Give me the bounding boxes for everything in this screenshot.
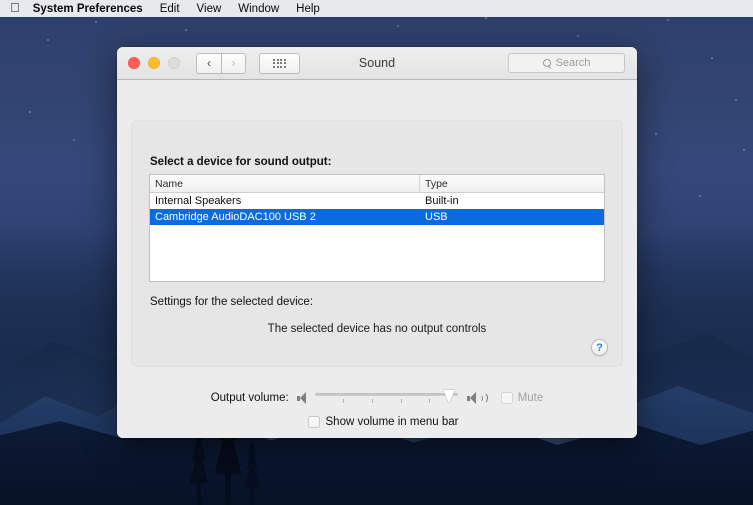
device-name: Cambridge AudioDAC100 USB 2 (155, 211, 316, 223)
forward-button[interactable]: › (221, 52, 246, 74)
search-placeholder: Search (555, 57, 591, 69)
mute-control[interactable]: Mute (500, 392, 544, 404)
slider-tick (371, 399, 373, 403)
menu-bar:  System Preferences Edit View Window He… (0, 0, 753, 17)
device-prompt-label: Select a device for sound output: (150, 156, 332, 168)
menu-item-view[interactable]: View (197, 3, 222, 15)
back-button[interactable]: ‹ (196, 52, 221, 74)
mute-checkbox[interactable] (500, 392, 513, 404)
search-icon (542, 58, 552, 68)
menu-item-system-preferences[interactable]: System Preferences (33, 3, 143, 15)
slider-knob[interactable] (443, 390, 456, 403)
chevron-right-icon: › (231, 56, 236, 70)
output-volume-label: Output volume: (210, 392, 289, 404)
volume-slider[interactable] (314, 390, 458, 406)
speaker-min-icon (296, 391, 307, 405)
question-mark-icon: ? (596, 341, 603, 354)
slider-tick (400, 399, 402, 403)
slider-ticks (315, 399, 458, 404)
show-volume-in-menu-bar-row[interactable]: Show volume in menu bar (117, 416, 637, 428)
slider-tick (343, 399, 345, 403)
help-button[interactable]: ? (591, 339, 608, 356)
traffic-lights (128, 57, 180, 69)
apple-icon[interactable]:  (10, 1, 20, 14)
no-output-controls-message: The selected device has no output contro… (267, 323, 487, 335)
window-body: Sound Effects Output Input Select a devi… (117, 80, 637, 438)
settings-label: Settings for the selected device: (150, 296, 314, 308)
close-button[interactable] (128, 57, 140, 69)
slider-tick (429, 399, 431, 403)
navigation-buttons: ‹ › (196, 52, 246, 74)
table-header-row: Name Type (150, 175, 604, 193)
column-header-type[interactable]: Type (420, 175, 604, 192)
device-list-table[interactable]: Name Type Internal Speakers Built-in Cam… (149, 174, 605, 282)
mute-label: Mute (517, 392, 544, 404)
speaker-max-icon (466, 391, 489, 405)
device-type: USB (425, 211, 448, 223)
sound-preferences-window: ‹ › Sound Search Sound Effects Output In… (117, 47, 637, 438)
zoom-button[interactable] (168, 57, 180, 69)
column-header-name[interactable]: Name (150, 175, 420, 192)
minimize-button[interactable] (148, 57, 160, 69)
output-settings-pane: Select a device for sound output: Name T… (132, 121, 622, 366)
search-input[interactable]: Search (508, 53, 625, 73)
output-volume-row: Output volume: Mute (117, 390, 637, 406)
slider-track[interactable] (314, 393, 458, 396)
show-volume-in-menu-bar-label: Show volume in menu bar (325, 416, 459, 428)
table-row[interactable]: Cambridge AudioDAC100 USB 2 USB (150, 209, 604, 225)
device-type: Built-in (425, 195, 459, 207)
grid-icon (273, 58, 286, 68)
chevron-left-icon: ‹ (207, 56, 211, 70)
device-name: Internal Speakers (155, 195, 242, 207)
menu-item-help[interactable]: Help (296, 3, 320, 15)
show-all-button[interactable] (259, 52, 300, 74)
table-row[interactable]: Internal Speakers Built-in (150, 193, 604, 209)
menu-item-edit[interactable]: Edit (160, 3, 180, 15)
window-titlebar[interactable]: ‹ › Sound Search (117, 47, 637, 80)
show-volume-in-menu-bar-checkbox[interactable] (307, 416, 320, 428)
menu-item-window[interactable]: Window (238, 3, 279, 15)
